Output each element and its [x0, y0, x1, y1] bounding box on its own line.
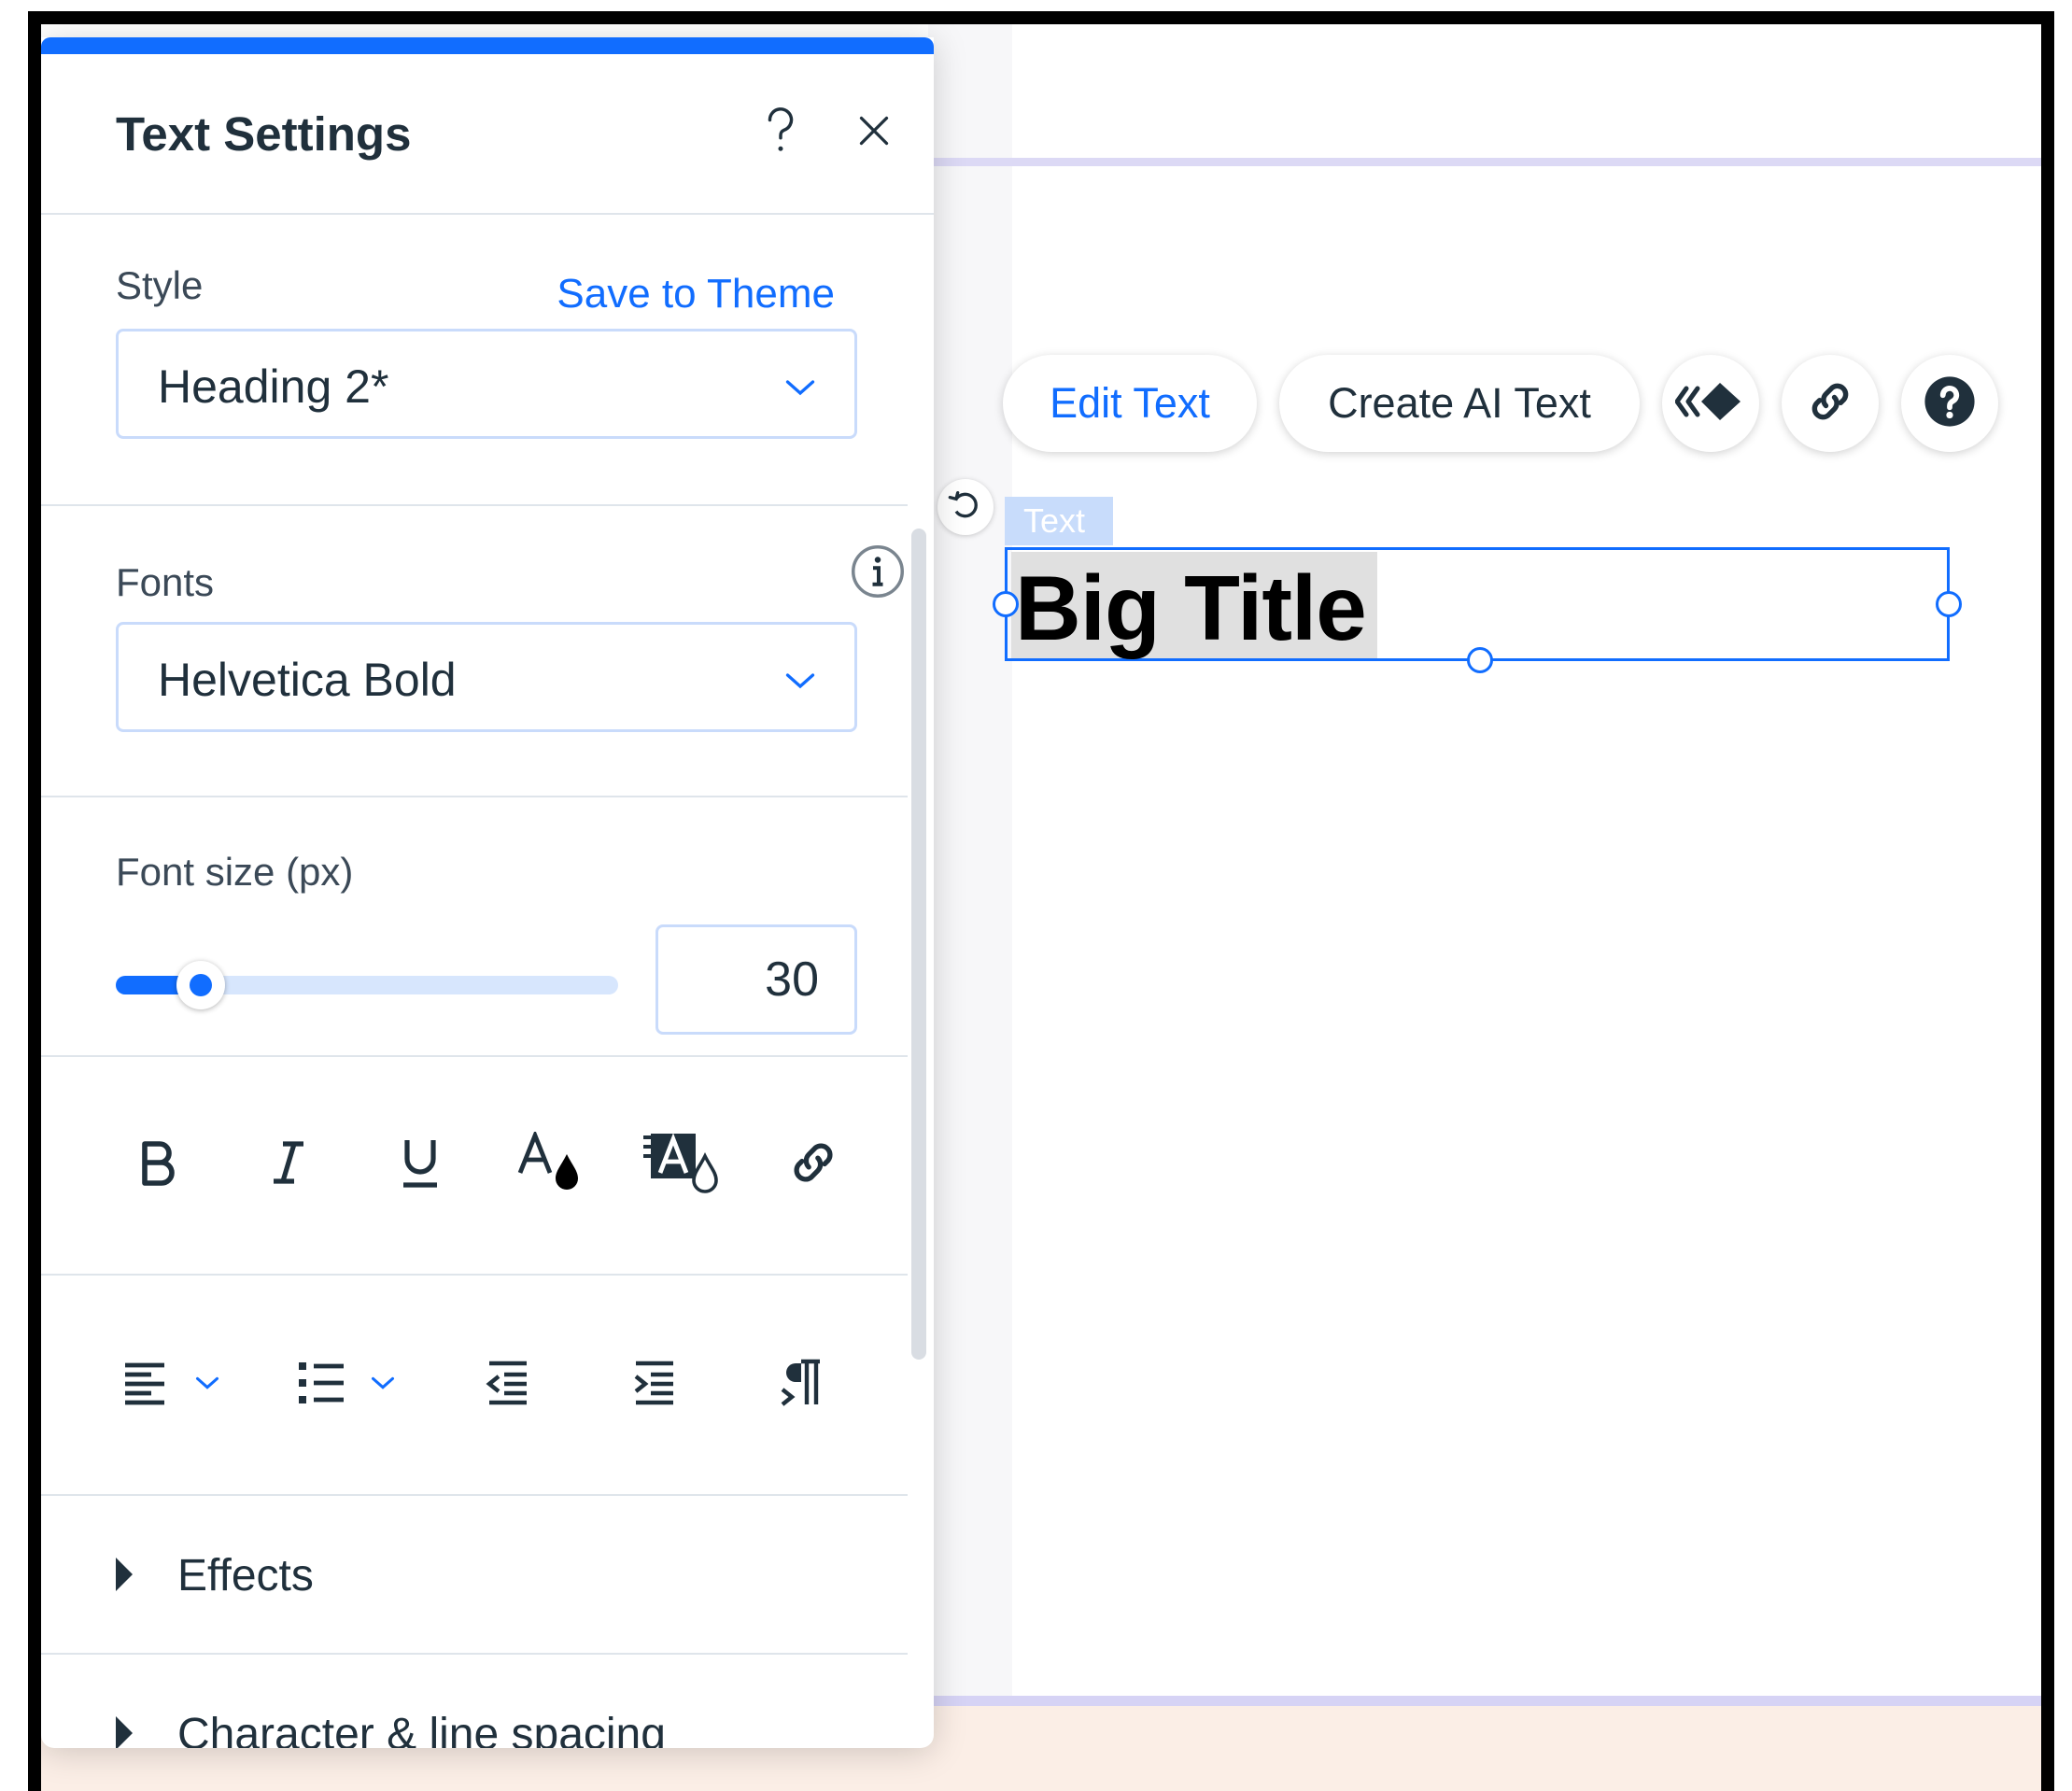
highlight-color-icon [642, 1130, 722, 1200]
resize-handle-right[interactable] [1936, 591, 1962, 617]
bold-icon [137, 1138, 178, 1192]
help-circle-icon [1923, 374, 1977, 433]
caret-right-icon [116, 1558, 133, 1591]
text-direction-icon [779, 1358, 822, 1413]
panel-help-button[interactable] [753, 105, 809, 161]
close-icon [857, 114, 891, 152]
italic-icon [270, 1138, 307, 1192]
panel-close-button[interactable] [846, 105, 902, 161]
align-left-icon [123, 1360, 170, 1411]
insert-link-button[interactable] [771, 1122, 855, 1206]
effects-accordion[interactable]: Effects [41, 1496, 908, 1655]
character-spacing-accordion[interactable]: Character & line spacing [41, 1655, 908, 1748]
italic-button[interactable] [247, 1122, 331, 1206]
style-dropdown[interactable]: Heading 2* [116, 329, 857, 439]
edit-text-button[interactable]: Edit Text [1003, 355, 1257, 452]
rotate-handle[interactable] [937, 479, 994, 535]
underline-icon [400, 1136, 441, 1193]
bullet-list-icon [297, 1359, 345, 1412]
font-family-dropdown[interactable]: Helvetica Bold [116, 622, 857, 732]
question-mark-icon [764, 106, 797, 159]
animation-button[interactable] [1662, 355, 1759, 452]
info-icon[interactable] [850, 543, 906, 604]
help-button[interactable] [1901, 355, 1998, 452]
alignment-dropdown[interactable] [116, 1343, 228, 1427]
link-icon [1805, 376, 1855, 431]
highlight-color-button[interactable] [641, 1122, 725, 1206]
character-spacing-label: Character & line spacing [177, 1710, 666, 1748]
panel-scrollbar[interactable] [911, 529, 926, 1360]
animation-icon [1674, 381, 1746, 427]
increase-indent-icon [630, 1360, 677, 1411]
create-ai-text-button[interactable]: Create AI Text [1279, 355, 1640, 452]
text-settings-panel: Text Settings Style Save to Theme Headin… [41, 37, 934, 1748]
text-direction-button[interactable] [758, 1343, 842, 1427]
style-section: Style Save to Theme Heading 2* [41, 215, 908, 506]
style-label: Style [116, 263, 204, 307]
panel-title: Text Settings [116, 107, 412, 161]
section-divider-bottom [928, 1696, 2041, 1706]
rotate-icon [947, 487, 984, 529]
increase-indent-button[interactable] [612, 1343, 696, 1427]
chevron-down-icon [783, 371, 817, 404]
decrease-indent-icon [484, 1360, 530, 1411]
screenshot-frame: Edit Text Create AI Text Text Big Title … [28, 11, 2054, 1791]
link-button[interactable] [1782, 355, 1879, 452]
font-size-input[interactable]: 30 [655, 924, 857, 1035]
chevron-down-icon [194, 1370, 220, 1401]
link-icon [786, 1135, 840, 1194]
resize-handle-left[interactable] [993, 591, 1019, 617]
format-section [41, 1057, 908, 1276]
panel-header: Text Settings [41, 54, 934, 215]
paragraph-section [41, 1276, 908, 1496]
bold-button[interactable] [116, 1122, 200, 1206]
decrease-indent-button[interactable] [465, 1343, 549, 1427]
text-color-button[interactable] [509, 1122, 593, 1206]
font-size-slider[interactable] [116, 961, 618, 1009]
slider-thumb[interactable] [176, 961, 226, 1009]
list-dropdown[interactable] [290, 1343, 402, 1427]
paragraph-toolbar [116, 1343, 842, 1427]
resize-handle-bottom[interactable] [1467, 647, 1493, 673]
element-toolbar: Edit Text Create AI Text [1003, 351, 1998, 456]
style-dropdown-value: Heading 2* [158, 360, 389, 413]
font-size-label: Font size (px) [116, 850, 354, 894]
font-size-section: Font size (px) 30 [41, 797, 908, 1057]
selected-text-element[interactable]: Big Title [993, 547, 1962, 673]
chevron-down-icon [370, 1370, 396, 1401]
fonts-section: Fonts Helvetica Bold [41, 506, 908, 797]
text-color-icon [516, 1129, 585, 1198]
canvas-gutter [928, 24, 1012, 1696]
section-divider-top [928, 158, 2041, 166]
format-toolbar [116, 1122, 855, 1206]
effects-label: Effects [177, 1551, 314, 1601]
big-title-text[interactable]: Big Title [1015, 556, 1367, 660]
font-family-value: Helvetica Bold [158, 654, 457, 706]
save-to-theme-link[interactable]: Save to Theme [557, 271, 835, 317]
underline-button[interactable] [378, 1122, 462, 1206]
fonts-label: Fonts [116, 560, 215, 604]
element-type-tag: Text [1005, 497, 1113, 545]
panel-drag-bar[interactable] [41, 37, 934, 54]
chevron-down-icon [783, 664, 817, 698]
caret-right-icon [116, 1716, 133, 1748]
